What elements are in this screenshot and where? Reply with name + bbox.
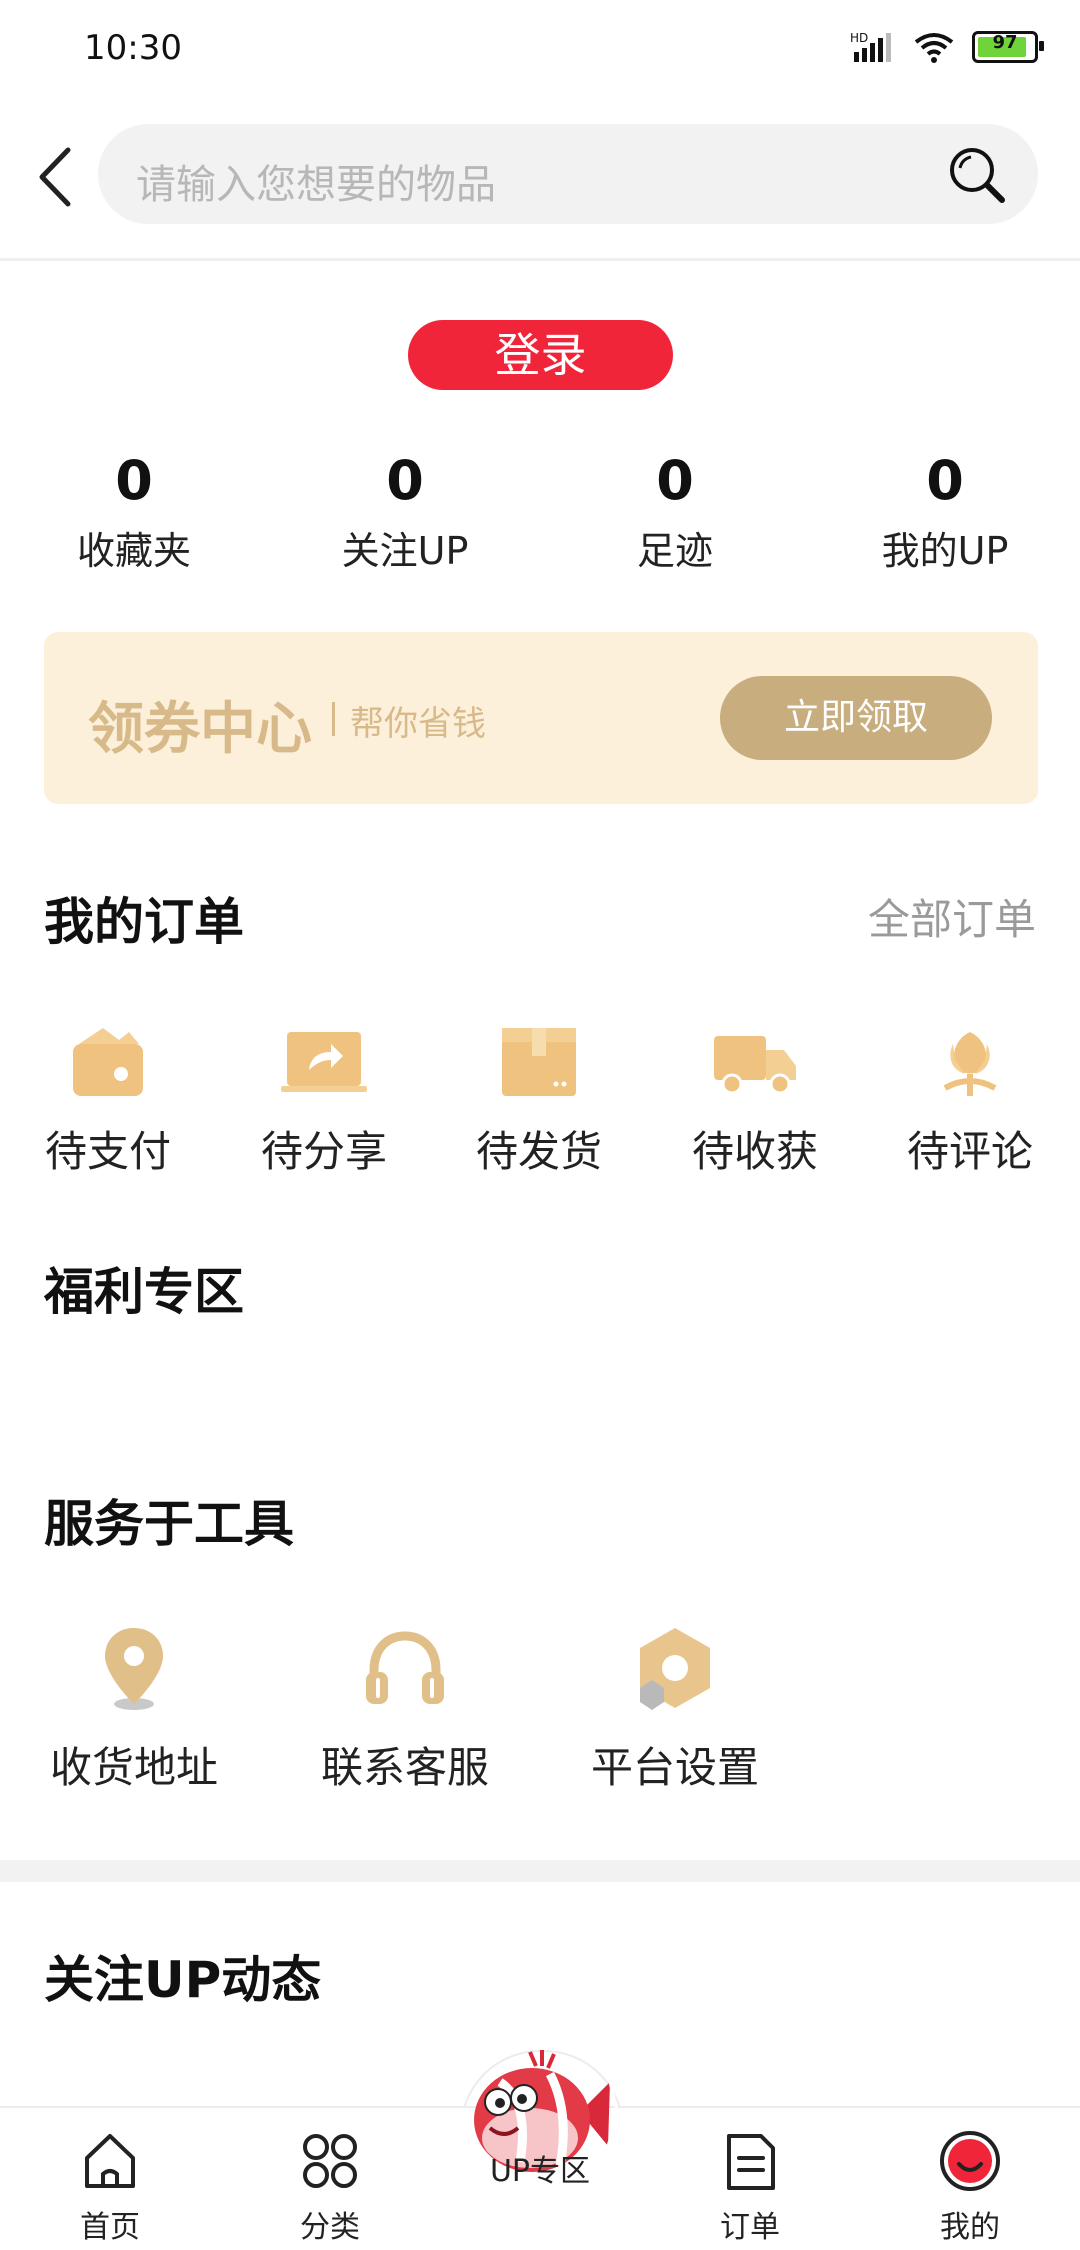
order-label: 待评论 (906, 1127, 1033, 1176)
order-doc-icon (717, 2128, 783, 2194)
tool-platform-settings[interactable]: 平台设置 (555, 1624, 795, 1795)
order-label: 待分享 (260, 1127, 387, 1176)
coupon-separator (332, 702, 335, 736)
claim-coupon-button[interactable]: 立即领取 (720, 676, 992, 760)
home-icon (77, 2128, 143, 2194)
order-label: 待发货 (475, 1127, 602, 1176)
order-label: 待支付 (44, 1127, 171, 1176)
headphones-icon (360, 1624, 450, 1714)
stat-favorites[interactable]: 0 收藏夹 (34, 450, 234, 575)
tools-title: 服务于工具 (44, 1495, 294, 1553)
stat-label: 足迹 (636, 529, 713, 573)
tool-label: 收货地址 (49, 1743, 218, 1792)
status-time: 10:30 (84, 28, 182, 68)
orders-title: 我的订单 (44, 893, 244, 951)
order-pending-review[interactable]: 待评论 (880, 1022, 1060, 1179)
coupon-banner[interactable]: 领券中心 帮你省钱 立即领取 (44, 632, 1038, 804)
stat-value: 0 (386, 449, 424, 512)
coupon-title: 领券中心 (88, 697, 312, 762)
tab-label: 订单 (720, 2210, 780, 2245)
stat-label: 我的UP (881, 529, 1009, 573)
wallet-icon (63, 1022, 153, 1102)
order-pending-receipt[interactable]: 待收获 (665, 1022, 845, 1179)
share-icon (279, 1022, 369, 1102)
tab-up-zone[interactable]: UP专区 (460, 2050, 620, 2190)
welfare-title: 福利专区 (44, 1263, 244, 1321)
header-divider (0, 258, 1080, 261)
tool-label: 联系客服 (320, 1743, 489, 1792)
settings-hexagon-icon (630, 1624, 720, 1714)
signal-icon: HD (850, 31, 891, 62)
login-button[interactable]: 登录 (408, 320, 673, 390)
coupon-subtitle: 帮你省钱 (350, 704, 486, 744)
tab-label: 首页 (80, 2210, 140, 2245)
profile-icon (937, 2128, 1003, 2194)
order-pending-payment[interactable]: 待支付 (18, 1022, 198, 1179)
battery-level: 97 (992, 32, 1018, 53)
tab-category[interactable]: 分类 (250, 2128, 410, 2246)
stat-label: 关注UP (341, 529, 469, 573)
stat-label: 收藏夹 (76, 529, 191, 573)
stat-value: 0 (656, 449, 694, 512)
back-button[interactable] (34, 142, 84, 212)
all-orders-link[interactable]: 全部订单 (868, 886, 1036, 947)
order-label: 待收获 (691, 1127, 818, 1176)
search-icon[interactable] (946, 144, 1008, 206)
follow-up-title: 关注UP动态 (44, 1951, 322, 2009)
search-input[interactable]: 请输入您想要的物品 (98, 124, 1038, 224)
svg-text:HD: HD (850, 31, 868, 45)
section-separator (0, 1860, 1080, 1882)
category-icon (297, 2128, 363, 2194)
battery-icon: 97 (972, 31, 1044, 63)
stat-footprints[interactable]: 0 足迹 (575, 450, 775, 575)
tool-customer-service[interactable]: 联系客服 (285, 1624, 525, 1795)
tool-label: 平台设置 (590, 1743, 759, 1792)
bottom-tab-bar: 首页 分类 UP专区 订单 我的 (0, 2050, 1080, 2250)
flower-icon (925, 1022, 1015, 1102)
tab-home[interactable]: 首页 (30, 2128, 190, 2246)
fish-mascot-icon (460, 2042, 620, 2172)
chevron-left-icon (39, 147, 71, 207)
tab-label: 分类 (300, 2210, 360, 2245)
truck-icon (710, 1022, 800, 1102)
stat-value: 0 (115, 449, 153, 512)
tab-mine[interactable]: 我的 (890, 2128, 1050, 2246)
tab-label: 我的 (940, 2210, 1000, 2245)
tab-orders[interactable]: 订单 (670, 2128, 830, 2246)
stat-my-up[interactable]: 0 我的UP (845, 450, 1045, 575)
location-pin-icon (89, 1624, 179, 1714)
stat-following-up[interactable]: 0 关注UP (305, 450, 505, 575)
tool-shipping-address[interactable]: 收货地址 (14, 1624, 254, 1795)
package-icon (494, 1022, 584, 1102)
order-pending-share[interactable]: 待分享 (234, 1022, 414, 1179)
order-pending-shipment[interactable]: 待发货 (449, 1022, 629, 1179)
status-icons: HD 97 (850, 30, 1044, 64)
search-placeholder: 请输入您想要的物品 (136, 162, 496, 208)
stat-value: 0 (926, 449, 964, 512)
wifi-icon (914, 33, 954, 63)
